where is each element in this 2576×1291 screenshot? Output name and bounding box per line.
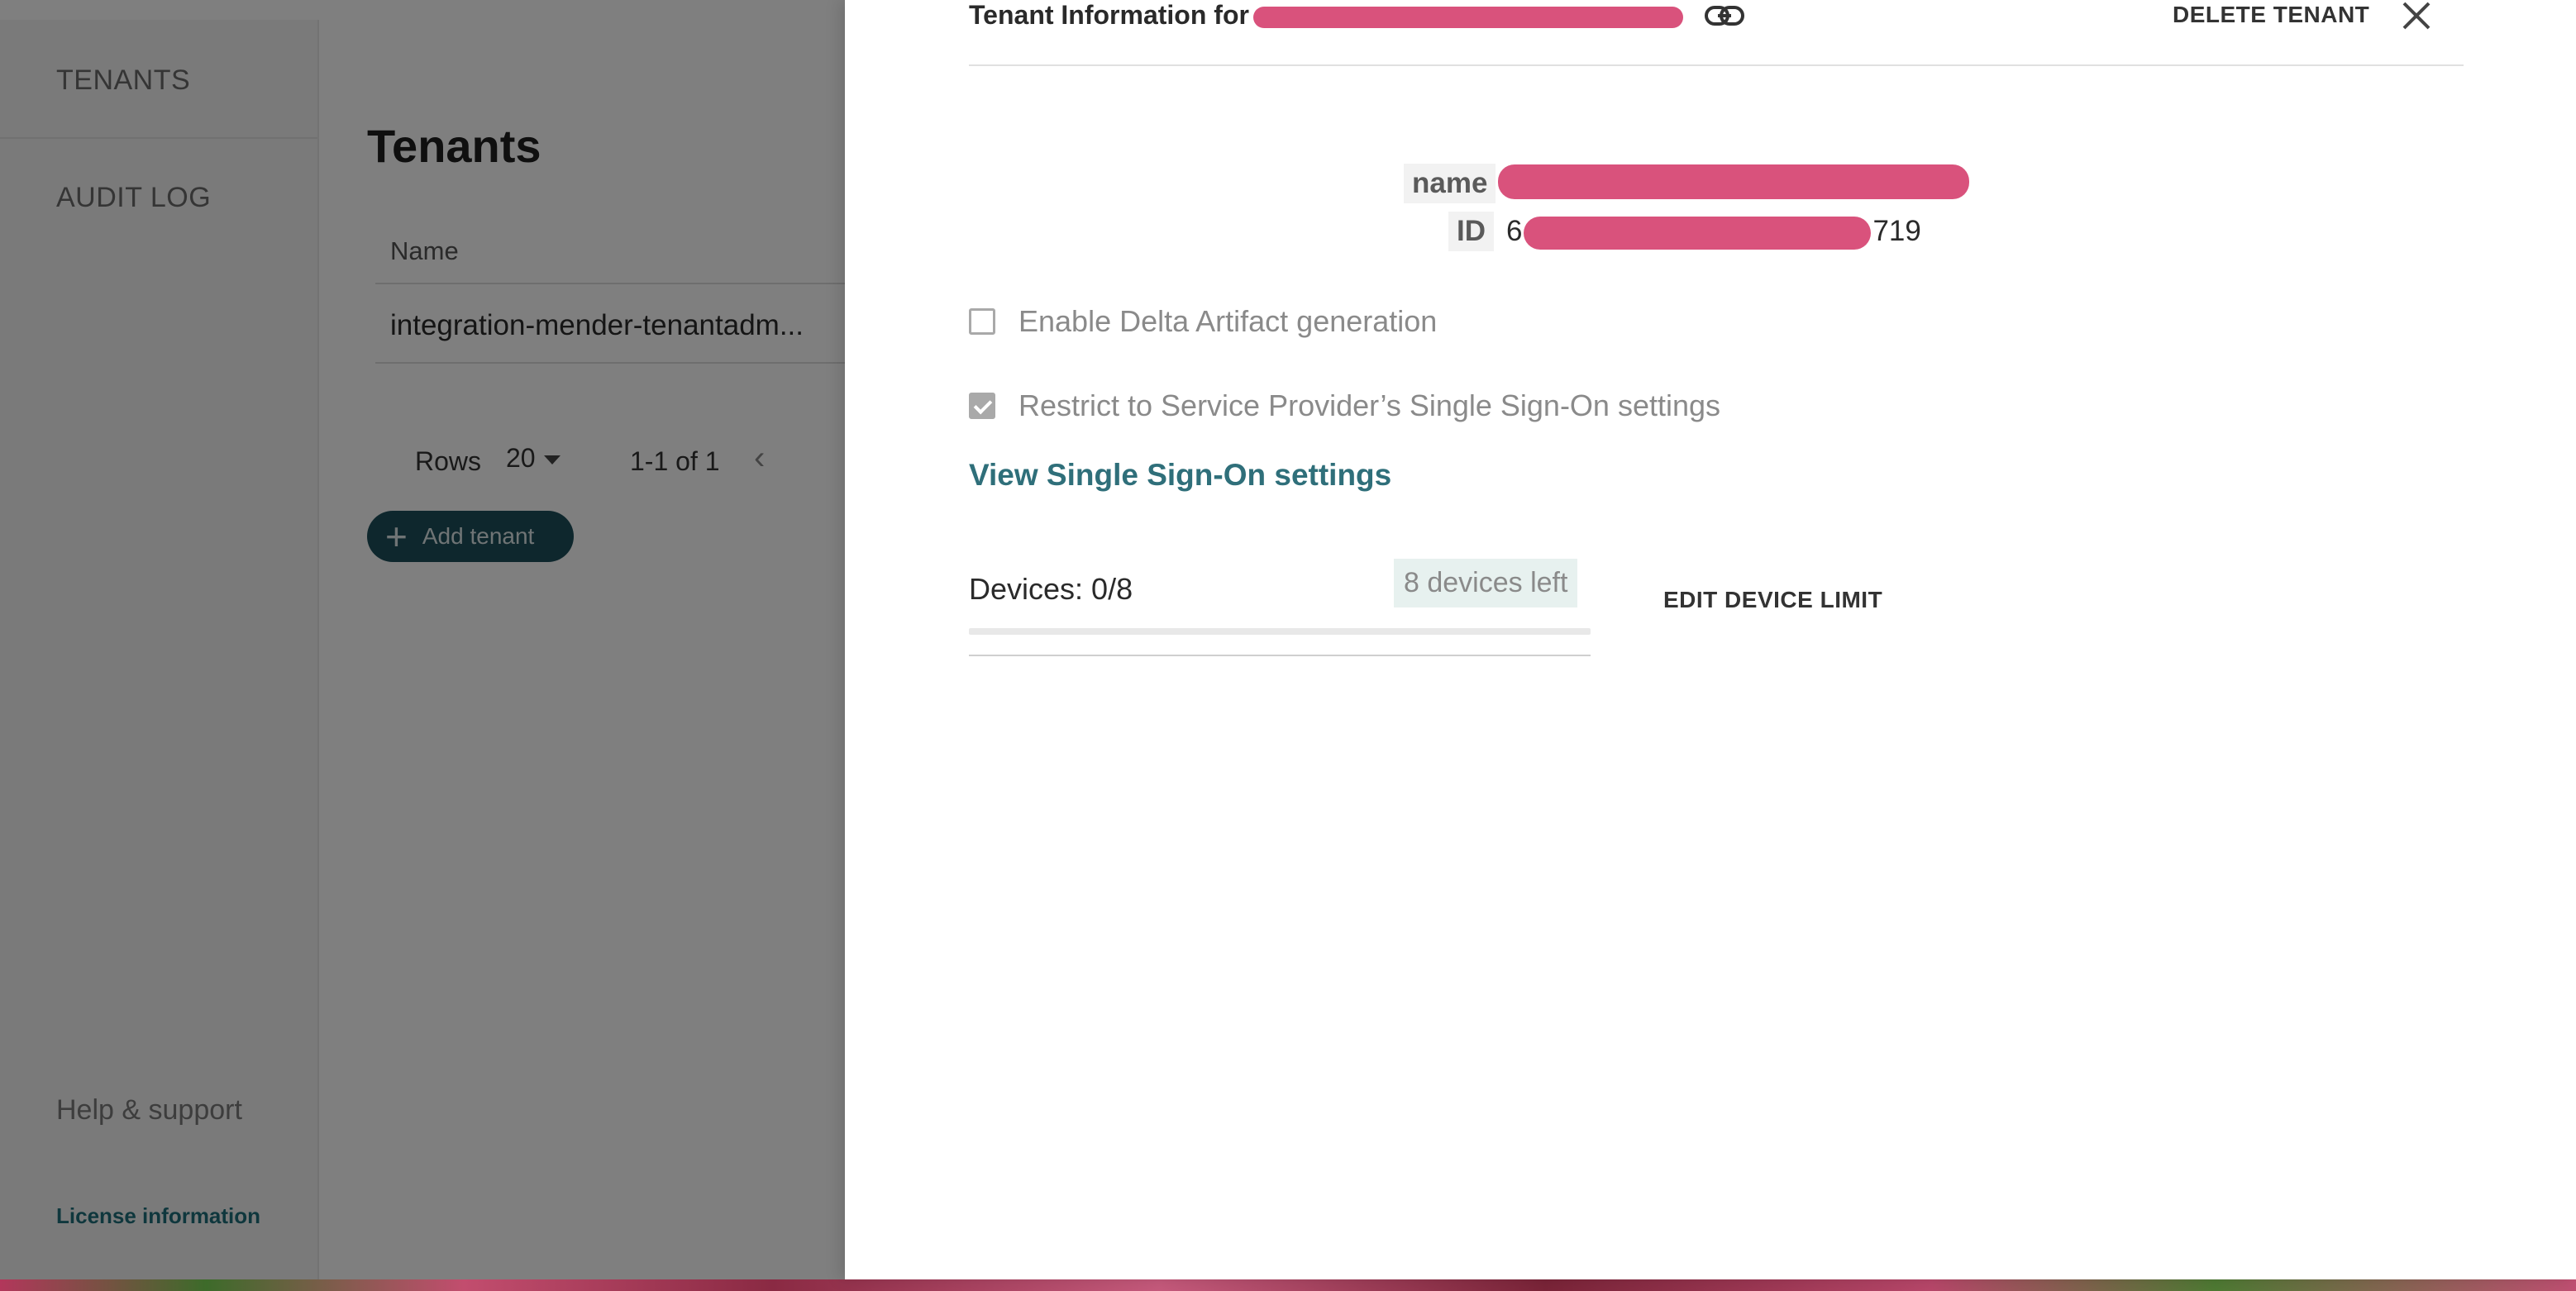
tenant-info-drawer: Tenant Information for DELETE TENANT nam… [845, 0, 2576, 1279]
modal-backdrop[interactable] [0, 0, 845, 1279]
drawer-header-divider [969, 64, 2464, 66]
view-sso-settings-link[interactable]: View Single Sign-On settings [969, 458, 1391, 493]
edit-device-limit-button[interactable]: EDIT DEVICE LIMIT [1663, 587, 1882, 613]
tenant-id-suffix: 719 [1872, 215, 1921, 247]
delete-tenant-button[interactable]: DELETE TENANT [2173, 2, 2369, 28]
restrict-sso-label: Restrict to Service Provider’s Single Si… [1018, 388, 1721, 422]
restrict-sso-checkbox[interactable] [969, 393, 995, 419]
tenant-id-key: ID [1448, 212, 1494, 251]
redacted-name-value [1498, 164, 1969, 199]
devices-progress-bar [969, 628, 1591, 635]
delta-artifact-checkbox[interactable] [969, 308, 995, 335]
redacted-tenant-name [1252, 6, 1683, 28]
devices-divider [969, 655, 1591, 656]
devices-count: Devices: 0/8 [969, 572, 1133, 606]
delta-artifact-label: Enable Delta Artifact generation [1018, 304, 1438, 338]
close-icon[interactable] [2399, 0, 2434, 35]
drawer-title: Tenant Information for [969, 0, 1683, 31]
desktop-wallpaper-strip [0, 1279, 2576, 1291]
drawer-title-prefix: Tenant Information for [969, 0, 1249, 30]
restrict-sso-option: Restrict to Service Provider’s Single Si… [969, 388, 1720, 423]
redacted-id-value [1524, 216, 1872, 250]
delta-artifact-option: Enable Delta Artifact generation [969, 304, 1437, 339]
tenant-id-value: 6 719 [1506, 215, 1921, 250]
devices-left-badge: 8 devices left [1394, 559, 1578, 607]
link-icon[interactable] [1703, 2, 1746, 30]
tenant-name-value [1498, 164, 1969, 199]
tenant-id-prefix: 6 [1506, 215, 1523, 247]
tenant-name-key: name [1404, 164, 1496, 203]
